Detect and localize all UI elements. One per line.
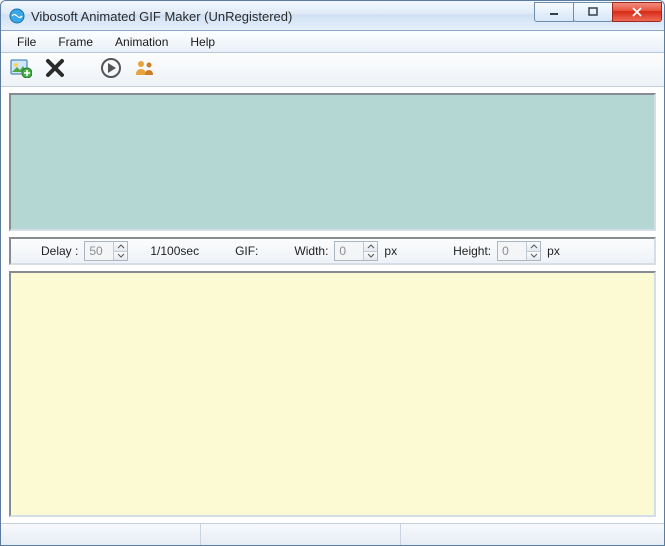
statusbar	[1, 523, 664, 545]
delete-icon	[45, 58, 65, 81]
close-button[interactable]	[612, 2, 662, 22]
menubar: File Frame Animation Help	[1, 31, 664, 53]
width-label: Width:	[294, 244, 328, 258]
preview-panel[interactable]	[9, 271, 656, 517]
chevron-down-icon[interactable]	[114, 252, 127, 261]
width-input[interactable]	[335, 242, 363, 260]
minimize-button[interactable]	[534, 2, 574, 22]
play-button[interactable]	[99, 58, 123, 82]
status-cell-3	[401, 524, 664, 545]
frames-panel[interactable]	[9, 93, 656, 231]
width-spinner[interactable]	[334, 241, 378, 261]
menu-file[interactable]: File	[7, 33, 46, 51]
play-icon	[100, 57, 122, 82]
status-cell-1	[1, 524, 201, 545]
add-image-button[interactable]	[9, 58, 33, 82]
window-title: Vibosoft Animated GIF Maker (UnRegistere…	[31, 8, 535, 24]
people-button[interactable]	[133, 58, 157, 82]
delay-label: Delay :	[41, 244, 78, 258]
height-input[interactable]	[498, 242, 526, 260]
delete-button[interactable]	[43, 58, 67, 82]
chevron-up-icon[interactable]	[527, 242, 540, 252]
height-spinner[interactable]	[497, 241, 541, 261]
delay-spin-buttons[interactable]	[113, 242, 127, 260]
chevron-up-icon[interactable]	[364, 242, 377, 252]
menu-help[interactable]: Help	[180, 33, 225, 51]
titlebar[interactable]: Vibosoft Animated GIF Maker (UnRegistere…	[1, 1, 664, 31]
people-icon	[134, 59, 156, 80]
app-icon	[9, 8, 25, 24]
content-area: Delay : 1/100sec GIF: Width:	[1, 87, 664, 523]
width-unit: px	[384, 244, 397, 258]
maximize-button[interactable]	[573, 2, 613, 22]
toolbar	[1, 53, 664, 87]
width-spin-buttons[interactable]	[363, 242, 377, 260]
height-spin-buttons[interactable]	[526, 242, 540, 260]
delay-input[interactable]	[85, 242, 113, 260]
height-unit: px	[547, 244, 560, 258]
params-bar: Delay : 1/100sec GIF: Width:	[9, 237, 656, 265]
chevron-down-icon[interactable]	[364, 252, 377, 261]
window-buttons	[535, 6, 662, 26]
status-cell-2	[201, 524, 401, 545]
chevron-up-icon[interactable]	[114, 242, 127, 252]
delay-unit: 1/100sec	[150, 244, 199, 258]
menu-animation[interactable]: Animation	[105, 33, 178, 51]
add-image-icon	[10, 58, 32, 81]
menu-frame[interactable]: Frame	[48, 33, 103, 51]
app-window: Vibosoft Animated GIF Maker (UnRegistere…	[0, 0, 665, 546]
height-label: Height:	[453, 244, 491, 258]
gif-label: GIF:	[235, 244, 258, 258]
delay-spinner[interactable]	[84, 241, 128, 261]
chevron-down-icon[interactable]	[527, 252, 540, 261]
